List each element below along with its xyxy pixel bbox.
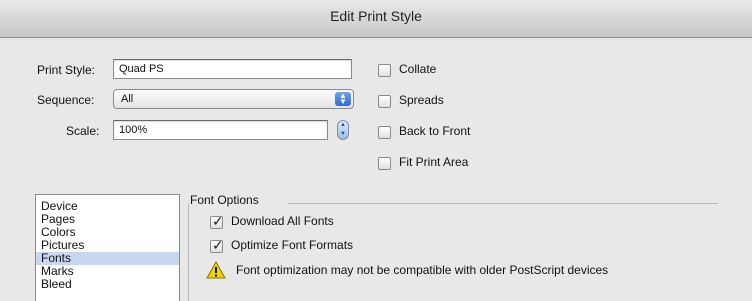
- sequence-value: All: [121, 93, 134, 105]
- window-title: Edit Print Style: [330, 8, 422, 24]
- print-style-input[interactable]: Quad PS: [113, 59, 352, 79]
- print-style-label: Print Style:: [37, 63, 96, 77]
- edit-print-style-dialog: Edit Print Style Print Style: Quad PS Se…: [0, 0, 752, 301]
- group-border-left: [188, 203, 189, 301]
- download-all-fonts-label: Download All Fonts: [231, 214, 334, 228]
- stepper-icon[interactable]: ▲ ▼: [337, 120, 349, 140]
- collate-label: Collate: [399, 62, 437, 76]
- spreads-label: Spreads: [399, 93, 444, 107]
- scale-value: 100%: [119, 124, 148, 136]
- updown-arrows-icon: ▲ ▼: [335, 92, 351, 106]
- back-to-front-checkbox[interactable]: [378, 126, 391, 139]
- print-style-value: Quad PS: [119, 63, 164, 75]
- sequence-label: Sequence:: [37, 93, 95, 107]
- collate-checkbox[interactable]: [378, 64, 391, 77]
- spreads-checkbox[interactable]: [378, 95, 391, 108]
- sequence-popup[interactable]: All ▲ ▼: [113, 89, 354, 109]
- optimize-font-formats-checkbox[interactable]: [210, 237, 224, 254]
- warning-icon: [206, 261, 226, 279]
- stepper-down[interactable]: ▼: [338, 130, 348, 139]
- scale-label: Scale:: [66, 124, 100, 138]
- group-border-top: [288, 203, 718, 204]
- back-to-front-label: Back to Front: [399, 124, 471, 138]
- optimize-font-formats-label: Optimize Font Formats: [231, 238, 354, 252]
- title-bar[interactable]: Edit Print Style: [0, 0, 752, 38]
- scale-input[interactable]: 100%: [113, 120, 328, 140]
- fit-print-area-label: Fit Print Area: [399, 155, 469, 169]
- download-all-fonts-checkbox[interactable]: [210, 213, 224, 230]
- stepper-up[interactable]: ▲: [338, 121, 348, 130]
- list-item-bleed[interactable]: Bleed: [36, 278, 179, 291]
- category-list[interactable]: Device Pages Colors Pictures Fonts Marks…: [35, 194, 180, 301]
- fit-print-area-checkbox[interactable]: [378, 157, 391, 170]
- font-options-title: Font Options: [190, 193, 259, 207]
- font-warning-text: Font optimization may not be compatible …: [236, 263, 609, 277]
